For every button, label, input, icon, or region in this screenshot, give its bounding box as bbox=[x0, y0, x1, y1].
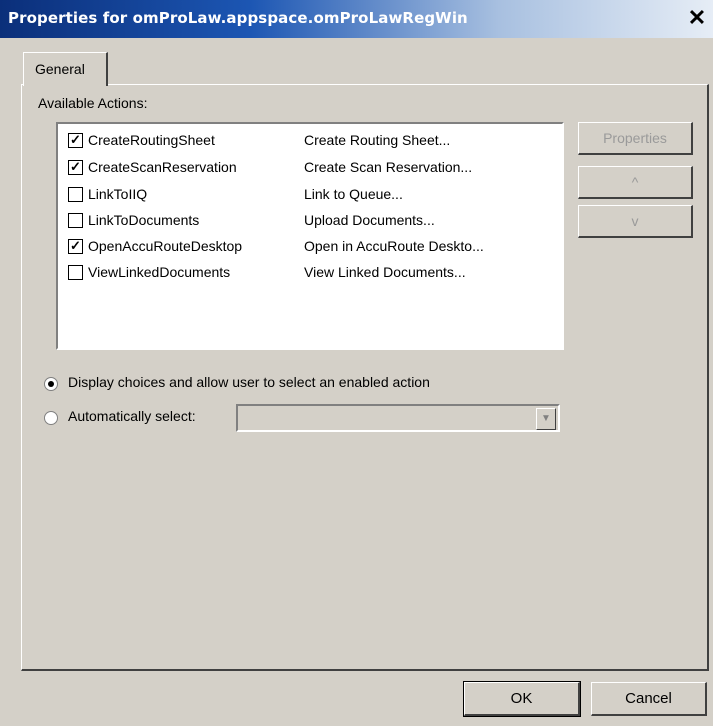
available-actions-label: Available Actions: bbox=[38, 95, 148, 111]
display-choices-radio[interactable] bbox=[44, 377, 58, 391]
list-item[interactable]: LinkToIIQ Link to Queue... bbox=[66, 184, 546, 206]
move-up-button[interactable]: ^ bbox=[578, 166, 693, 199]
action-name: ViewLinkedDocuments bbox=[88, 264, 231, 280]
tab-general-label: General bbox=[35, 61, 85, 77]
checkbox[interactable] bbox=[68, 265, 83, 280]
list-item[interactable]: LinkToDocuments Upload Documents... bbox=[66, 210, 546, 232]
close-icon[interactable]: ✕ bbox=[685, 6, 709, 30]
list-item[interactable]: ✓ OpenAccuRouteDesktop Open in AccuRoute… bbox=[66, 236, 546, 258]
checkbox[interactable] bbox=[68, 187, 83, 202]
auto-select-combo[interactable]: ▼ bbox=[236, 404, 560, 432]
action-description: View Linked Documents... bbox=[304, 264, 466, 280]
action-name: CreateScanReservation bbox=[88, 159, 237, 175]
window-title: Properties for omProLaw.appspace.omProLa… bbox=[8, 9, 468, 27]
action-description: Create Scan Reservation... bbox=[304, 159, 473, 175]
action-description: Link to Queue... bbox=[304, 186, 403, 202]
action-description: Open in AccuRoute Deskto... bbox=[304, 238, 484, 254]
tab-general[interactable]: General bbox=[23, 52, 108, 86]
checkbox[interactable] bbox=[68, 213, 83, 228]
title-bar: Properties for omProLaw.appspace.omProLa… bbox=[0, 0, 713, 38]
action-name: LinkToDocuments bbox=[88, 212, 200, 228]
checkbox[interactable]: ✓ bbox=[68, 133, 83, 148]
list-item[interactable]: ViewLinkedDocuments View Linked Document… bbox=[66, 262, 546, 284]
action-name: LinkToIIQ bbox=[88, 186, 148, 202]
action-name: CreateRoutingSheet bbox=[88, 132, 215, 148]
display-choices-label: Display choices and allow user to select… bbox=[68, 374, 430, 390]
auto-select-label: Automatically select: bbox=[68, 408, 196, 424]
ok-button[interactable]: OK bbox=[463, 681, 581, 717]
action-description: Upload Documents... bbox=[304, 212, 435, 228]
checkbox[interactable]: ✓ bbox=[68, 160, 83, 175]
checkbox[interactable]: ✓ bbox=[68, 239, 83, 254]
action-description: Create Routing Sheet... bbox=[304, 132, 451, 148]
list-item[interactable]: ✓ CreateScanReservation Create Scan Rese… bbox=[66, 157, 546, 179]
list-item[interactable]: ✓ CreateRoutingSheet Create Routing Shee… bbox=[66, 130, 546, 152]
properties-button[interactable]: Properties bbox=[578, 122, 693, 155]
cancel-button[interactable]: Cancel bbox=[591, 682, 707, 716]
move-down-button[interactable]: v bbox=[578, 205, 693, 238]
chevron-down-icon[interactable]: ▼ bbox=[536, 408, 556, 430]
auto-select-radio[interactable] bbox=[44, 411, 58, 425]
action-name: OpenAccuRouteDesktop bbox=[88, 238, 243, 254]
actions-list[interactable]: ✓ CreateRoutingSheet Create Routing Shee… bbox=[56, 122, 564, 350]
